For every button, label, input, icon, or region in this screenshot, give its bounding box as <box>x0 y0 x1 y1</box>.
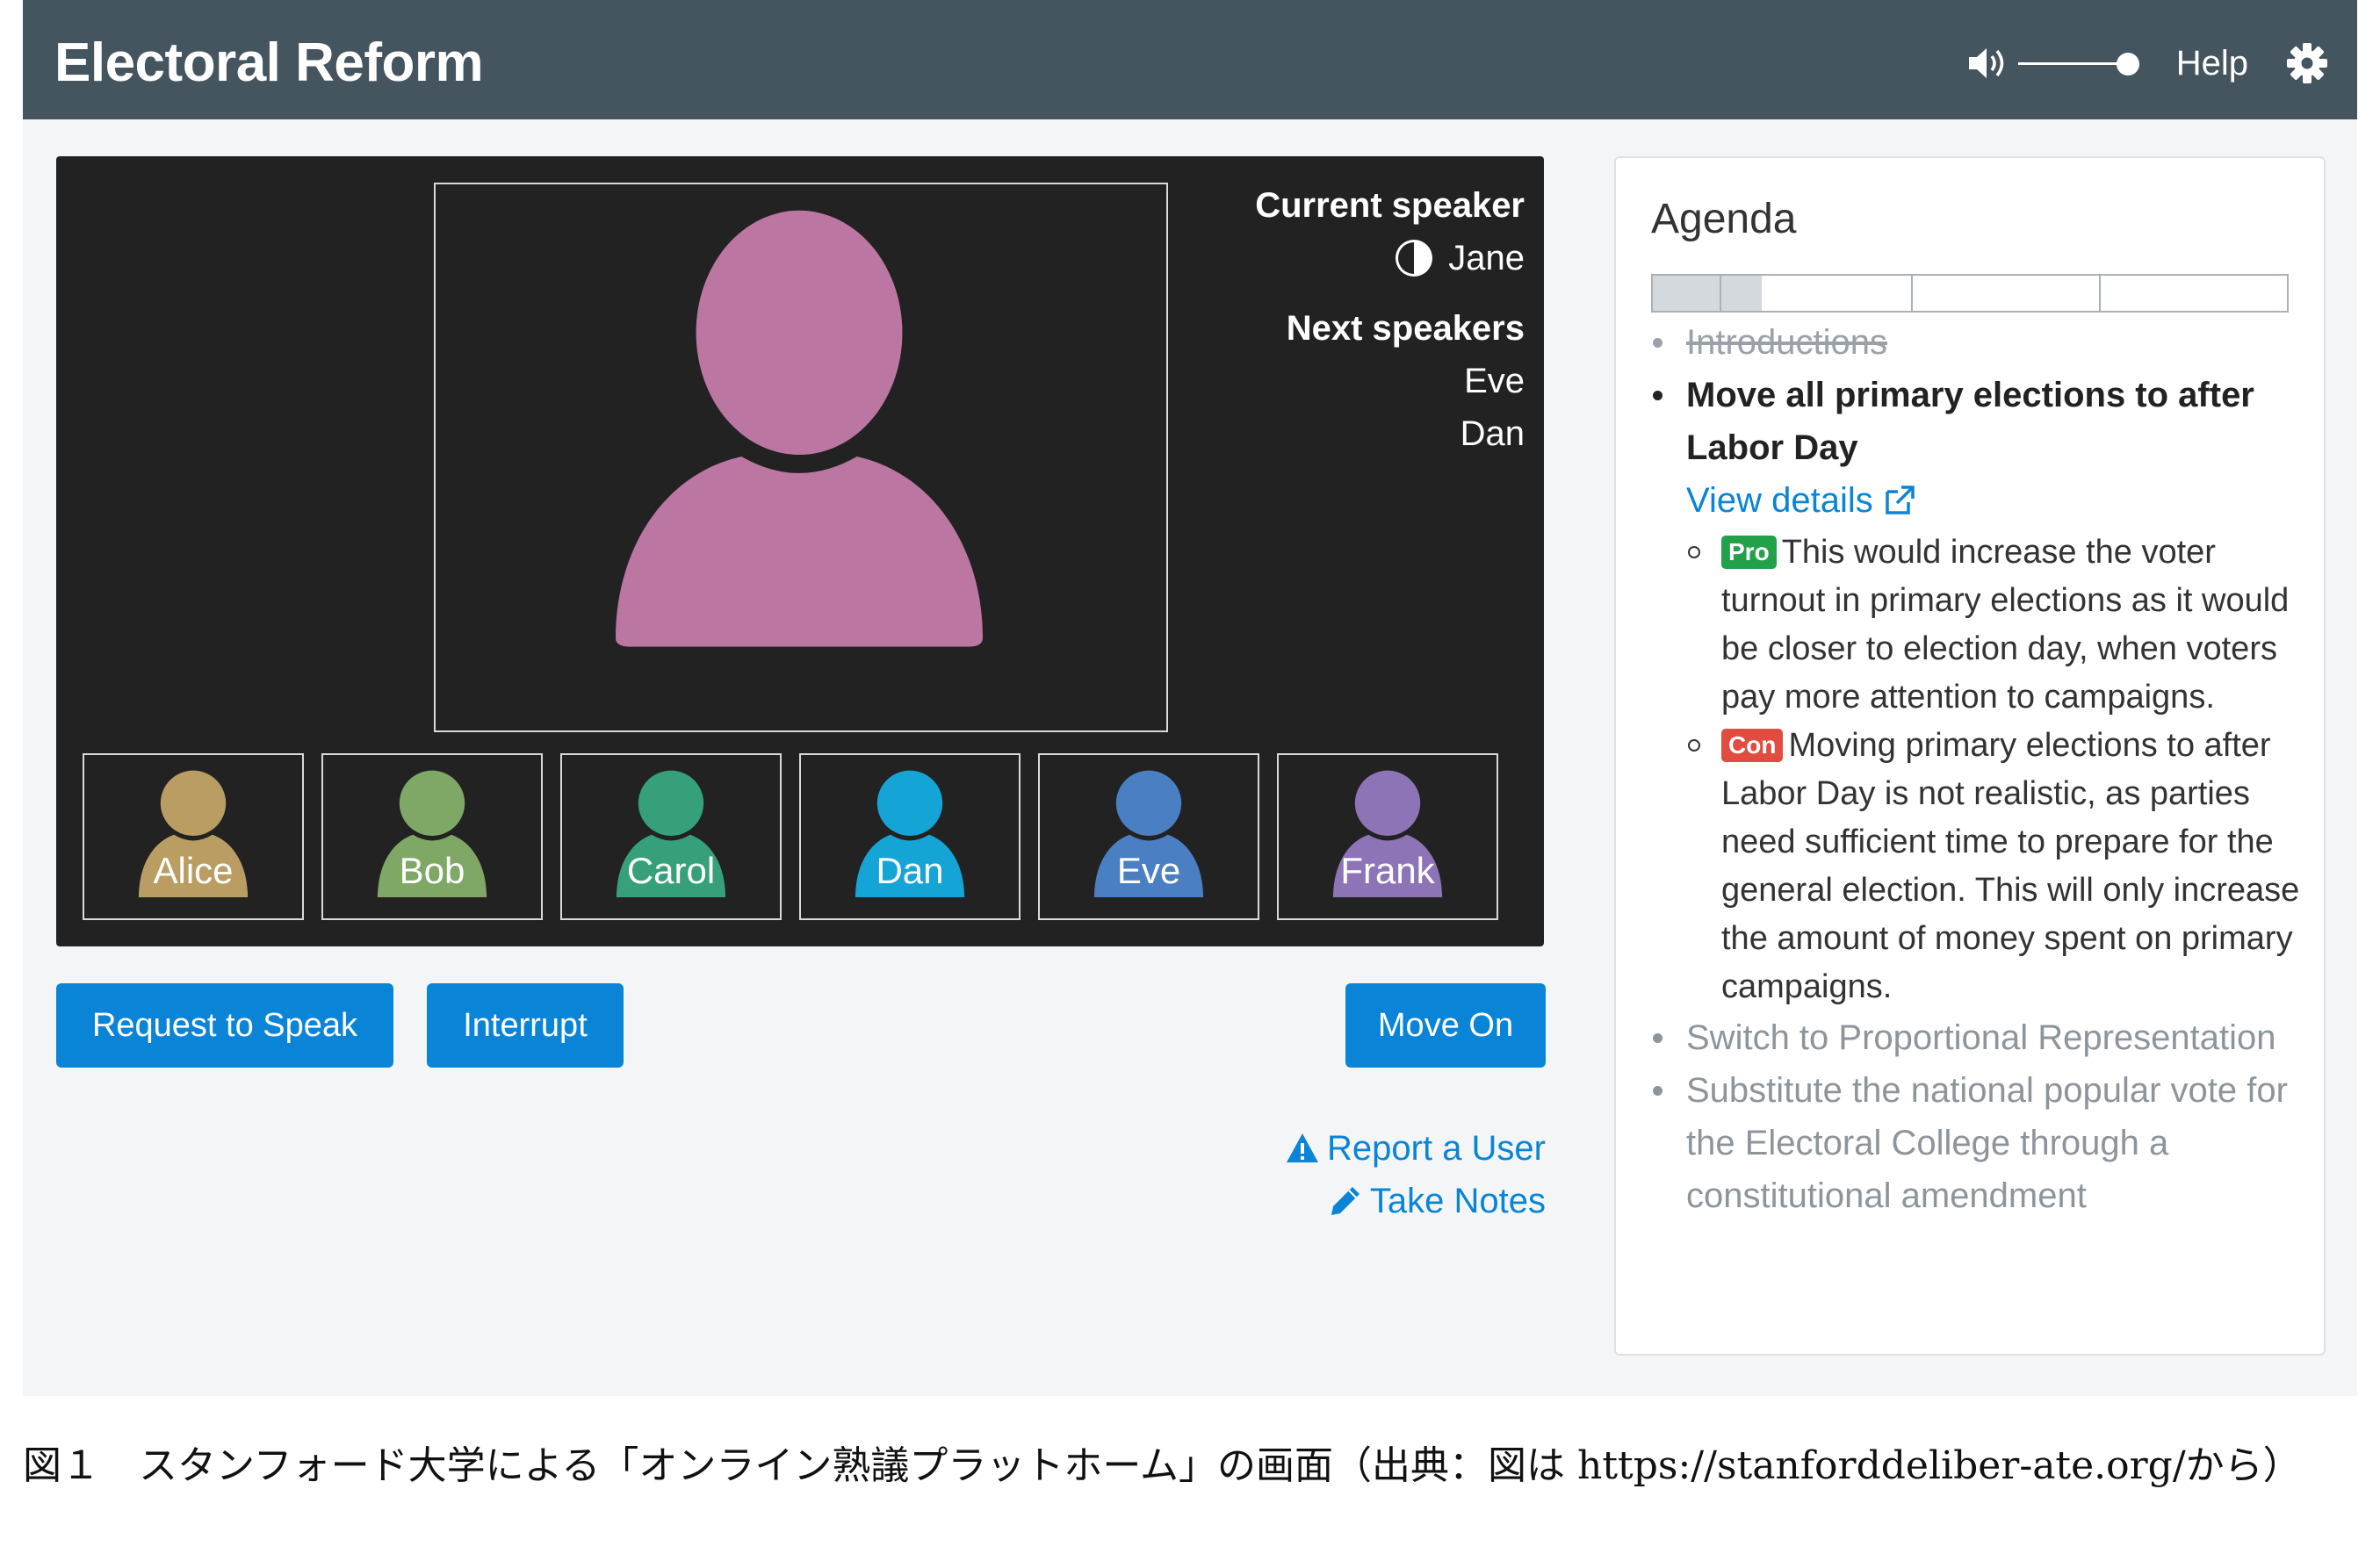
report-user-link[interactable]: Report a User <box>1285 1122 1546 1175</box>
speaking-timer-icon <box>1396 240 1433 277</box>
participant-avatar <box>1328 770 1447 902</box>
top-bar: Electoral Reform Help <box>23 0 2357 119</box>
participant-avatar <box>1089 770 1208 902</box>
volume-slider[interactable] <box>2017 49 2139 77</box>
next-speaker: Dan <box>1460 414 1525 453</box>
progress-segment <box>2101 276 2287 311</box>
report-user-label: Report a User <box>1327 1129 1546 1168</box>
agenda-item-text: Move all primary elections to after Labo… <box>1686 376 2254 467</box>
current-speaker-label: Current speaker <box>1255 186 1525 225</box>
secondary-actions: Report a User Take Notes <box>1285 1122 1546 1227</box>
agenda-item-upcoming[interactable]: Substitute the national popular vote for… <box>1651 1064 2301 1222</box>
topbar-controls: Help <box>1964 39 2329 88</box>
warning-icon <box>1287 1133 1319 1162</box>
current-speaker-row: Jane <box>1191 232 1525 284</box>
participant-tile[interactable]: Dan <box>799 753 1021 920</box>
participant-name: Frank <box>1340 850 1435 891</box>
participant-tile[interactable]: Carol <box>560 753 782 920</box>
agenda-item-done[interactable]: Introductions <box>1651 316 2301 369</box>
progress-segment-done <box>1653 276 1721 311</box>
agenda-item-text: Switch to Proportional Representation <box>1686 1018 2276 1057</box>
agenda-item-current[interactable]: Move all primary elections to after Labo… <box>1651 369 2301 1011</box>
app-title: Electoral Reform <box>54 32 484 93</box>
view-details-link[interactable]: View details <box>1686 474 2301 527</box>
participant-name: Dan <box>876 850 944 891</box>
help-link[interactable]: Help <box>2176 44 2248 83</box>
participant-thumbnails: Alice Bob Carol Dan Eve Frank <box>83 753 1519 920</box>
agenda-panel: Agenda Introductions Move all primary el… <box>1614 156 2326 1356</box>
main-speaker-avatar <box>616 210 984 647</box>
agenda-title: Agenda <box>1651 196 1797 242</box>
participant-tile[interactable]: Frank <box>1277 753 1498 920</box>
video-panel: Current speaker Jane Next speakers Eve D… <box>56 156 1544 946</box>
pencil-icon <box>1331 1187 1359 1215</box>
figure-caption: 図１ スタンフォード大学による「オンライン熟議プラットホーム」の画面（出典：図は… <box>23 1443 2302 1488</box>
participant-tile[interactable]: Bob <box>321 753 543 920</box>
interrupt-button[interactable]: Interrupt <box>427 983 624 1068</box>
pro-badge: Pro <box>1721 536 1777 569</box>
participant-name: Eve <box>1116 850 1181 891</box>
participant-avatar <box>372 770 492 902</box>
con-badge: Con <box>1721 729 1784 762</box>
argument-text: Moving primary elections to after Labor … <box>1721 727 2300 1005</box>
agenda-list: Introductions Move all primary elections… <box>1651 316 2301 1222</box>
move-on-button[interactable]: Move On <box>1345 983 1546 1068</box>
participant-tile[interactable]: Alice <box>83 753 304 920</box>
main-speaker-video <box>434 183 1168 732</box>
progress-segment-current-rest <box>1762 276 1913 311</box>
agenda-item-text: Substitute the national popular vote for… <box>1686 1071 2288 1215</box>
participant-avatar <box>133 770 253 902</box>
next-speakers-label: Next speakers <box>1286 309 1525 348</box>
app-window: Electoral Reform Help Current speaker Ja… <box>23 0 2357 1396</box>
volume-track <box>2017 62 2127 65</box>
participant-name: Bob <box>399 850 465 891</box>
speaker-queue: Current speaker Jane Next speakers Eve D… <box>1191 179 1525 460</box>
argument-text: This would increase the voter turnout in… <box>1721 534 2290 716</box>
agenda-item-upcoming[interactable]: Switch to Proportional Representation <box>1651 1011 2301 1064</box>
view-details-label: View details <box>1686 481 1873 520</box>
volume-knob[interactable] <box>2116 53 2139 76</box>
progress-segment <box>1913 276 2101 311</box>
speaker-volume-icon[interactable] <box>1964 39 2013 88</box>
argument-con: Con Moving primary elections to after Lab… <box>1686 722 2301 1011</box>
participant-name: Alice <box>153 850 234 891</box>
progress-segment-current-fill <box>1721 276 1762 311</box>
external-link-icon <box>1885 486 1915 514</box>
take-notes-link[interactable]: Take Notes <box>1285 1175 1546 1227</box>
next-speaker: Eve <box>1464 362 1525 400</box>
argument-pro: Pro This would increase the voter turnout… <box>1686 529 2301 722</box>
gear-icon[interactable] <box>2285 41 2329 85</box>
take-notes-label: Take Notes <box>1369 1182 1546 1220</box>
current-speaker-name: Jane <box>1448 239 1525 277</box>
participant-avatar <box>850 770 970 902</box>
agenda-progress-bar <box>1651 274 2289 313</box>
participant-avatar <box>611 770 731 902</box>
request-to-speak-button[interactable]: Request to Speak <box>56 983 393 1068</box>
participant-tile[interactable]: Eve <box>1038 753 1259 920</box>
participant-name: Carol <box>626 850 716 891</box>
argument-list: Pro This would increase the voter turnout… <box>1686 529 2301 1011</box>
agenda-item-text: Introductions <box>1686 323 1888 362</box>
